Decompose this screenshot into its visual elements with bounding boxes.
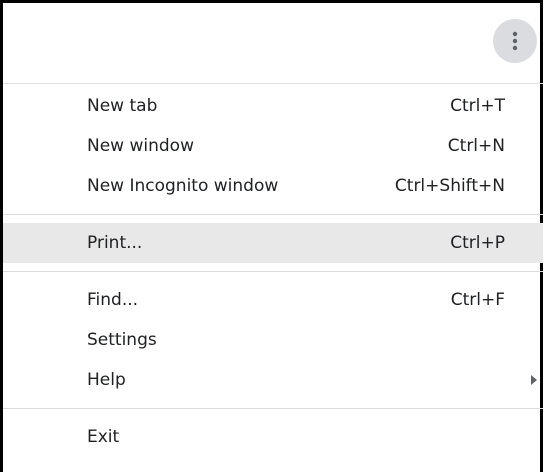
menu-item-shortcut: Ctrl+F (450, 290, 505, 310)
menu-item-label: New tab (87, 96, 158, 116)
menu-item-shortcut: Ctrl+T (450, 96, 505, 116)
menu-separator (3, 214, 543, 215)
menu-item-print[interactable]: Print... Ctrl+P (3, 223, 543, 263)
menu-item-label: Exit (87, 427, 120, 447)
menu-item-label: New Incognito window (87, 176, 279, 196)
menu-separator (3, 408, 543, 409)
menu-item-label: Settings (87, 330, 157, 350)
menu-item-new-tab[interactable]: New tab Ctrl+T (3, 86, 543, 126)
menu-item-help[interactable]: Help (3, 360, 543, 400)
menu-item-exit[interactable]: Exit (3, 417, 543, 457)
menu-item-label: Help (87, 370, 126, 390)
menu-item-label: Find... (87, 290, 139, 310)
menu-item-shortcut: Ctrl+N (447, 136, 505, 156)
submenu-arrow-icon (531, 375, 537, 385)
more-vert-icon (512, 31, 518, 51)
toolbar (3, 3, 543, 84)
menu-item-find[interactable]: Find... Ctrl+F (3, 280, 543, 320)
menu-item-settings[interactable]: Settings (3, 320, 543, 360)
menu-item-shortcut: Ctrl+P (450, 233, 505, 253)
menu-item-label: New window (87, 136, 194, 156)
more-options-button[interactable] (493, 19, 537, 63)
menu-separator (3, 271, 543, 272)
app-menu: New tab Ctrl+T New window Ctrl+N New Inc… (3, 84, 543, 457)
menu-item-new-incognito-window[interactable]: New Incognito window Ctrl+Shift+N (3, 166, 543, 206)
menu-item-label: Print... (87, 233, 143, 253)
browser-menu-window: New tab Ctrl+T New window Ctrl+N New Inc… (0, 0, 543, 472)
menu-item-new-window[interactable]: New window Ctrl+N (3, 126, 543, 166)
menu-item-shortcut: Ctrl+Shift+N (394, 176, 505, 196)
